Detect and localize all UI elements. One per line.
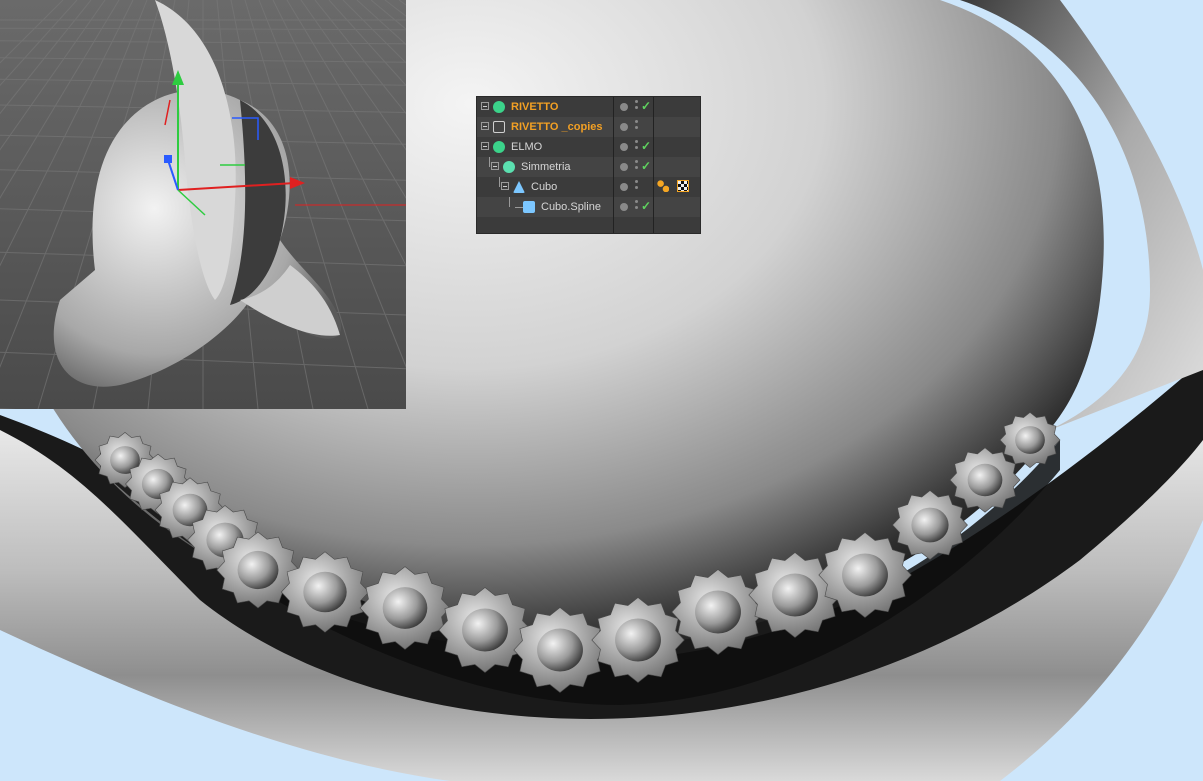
column-divider: [653, 97, 654, 233]
phong-tag-icon[interactable]: [657, 180, 669, 192]
object-name[interactable]: ELMO: [511, 140, 542, 154]
object-manager-panel: RIVETTO ✓ RIVETTO _copies ELMO ✓ Simmetria ✓ Cu…: [476, 96, 701, 234]
rivet-head: [462, 608, 508, 652]
enabled-check-icon[interactable]: ✓: [641, 99, 651, 113]
rivet-head: [382, 587, 428, 629]
object-name[interactable]: Cubo: [531, 180, 557, 194]
rivet-head: [1015, 426, 1045, 454]
symmetry-icon: [503, 161, 515, 173]
object-row[interactable]: RIVETTO ✓: [477, 97, 700, 117]
rivet-head: [967, 463, 1003, 497]
tree-connector: [515, 207, 523, 208]
rivet-head: [237, 550, 279, 590]
enabled-check-icon[interactable]: ✓: [641, 159, 651, 173]
layer-dot-icon[interactable]: [620, 123, 628, 131]
object-row[interactable]: Cubo: [477, 177, 700, 197]
rivet-head: [772, 573, 818, 617]
object-name[interactable]: Cubo.Spline: [541, 200, 601, 214]
expand-toggle-icon[interactable]: [501, 182, 509, 190]
object-name[interactable]: RIVETTO: [511, 100, 558, 114]
tree-connector: [489, 157, 490, 167]
layer-dot-icon[interactable]: [620, 163, 628, 171]
layer-dot-icon[interactable]: [620, 203, 628, 211]
object-row[interactable]: ELMO ✓: [477, 137, 700, 157]
rivet-head: [537, 628, 583, 672]
visibility-toggle-icon[interactable]: [635, 120, 638, 132]
object-name[interactable]: Simmetria: [521, 160, 571, 174]
viewport-scene: [0, 0, 406, 409]
cloner-icon: [493, 141, 505, 153]
visibility-toggle-icon[interactable]: [635, 200, 638, 212]
object-name[interactable]: RIVETTO _copies: [511, 120, 603, 134]
layer-dot-icon[interactable]: [620, 103, 628, 111]
visibility-toggle-icon[interactable]: [635, 180, 638, 192]
expand-toggle-icon[interactable]: [491, 162, 499, 170]
tree-connector: [499, 177, 500, 187]
expand-toggle-icon[interactable]: [481, 142, 489, 150]
null-copies-icon: [493, 121, 505, 133]
object-row[interactable]: Simmetria ✓: [477, 157, 700, 177]
visibility-toggle-icon[interactable]: [635, 160, 638, 172]
tree-connector: [509, 197, 510, 207]
visibility-toggle-icon[interactable]: [635, 100, 638, 112]
rivet-head: [615, 618, 661, 662]
rivet-head: [695, 590, 741, 634]
object-row[interactable]: Cubo.Spline ✓: [477, 197, 700, 217]
expand-toggle-icon[interactable]: [481, 102, 489, 110]
layer-dot-icon[interactable]: [620, 143, 628, 151]
perspective-viewport[interactable]: [0, 0, 406, 409]
visibility-toggle-icon[interactable]: [635, 140, 638, 152]
enabled-check-icon[interactable]: ✓: [641, 199, 651, 213]
layer-dot-icon[interactable]: [620, 183, 628, 191]
column-divider: [613, 97, 614, 233]
enabled-check-icon[interactable]: ✓: [641, 139, 651, 153]
rivet-head: [911, 507, 949, 543]
cloner-icon: [493, 101, 505, 113]
material-tag-icon[interactable]: [677, 180, 689, 192]
spline-icon: [523, 201, 535, 213]
polygon-cube-icon: [513, 181, 525, 193]
object-row[interactable]: RIVETTO _copies: [477, 117, 700, 137]
rivet-head: [303, 571, 347, 613]
expand-toggle-icon[interactable]: [481, 122, 489, 130]
rivet-head: [842, 553, 888, 597]
